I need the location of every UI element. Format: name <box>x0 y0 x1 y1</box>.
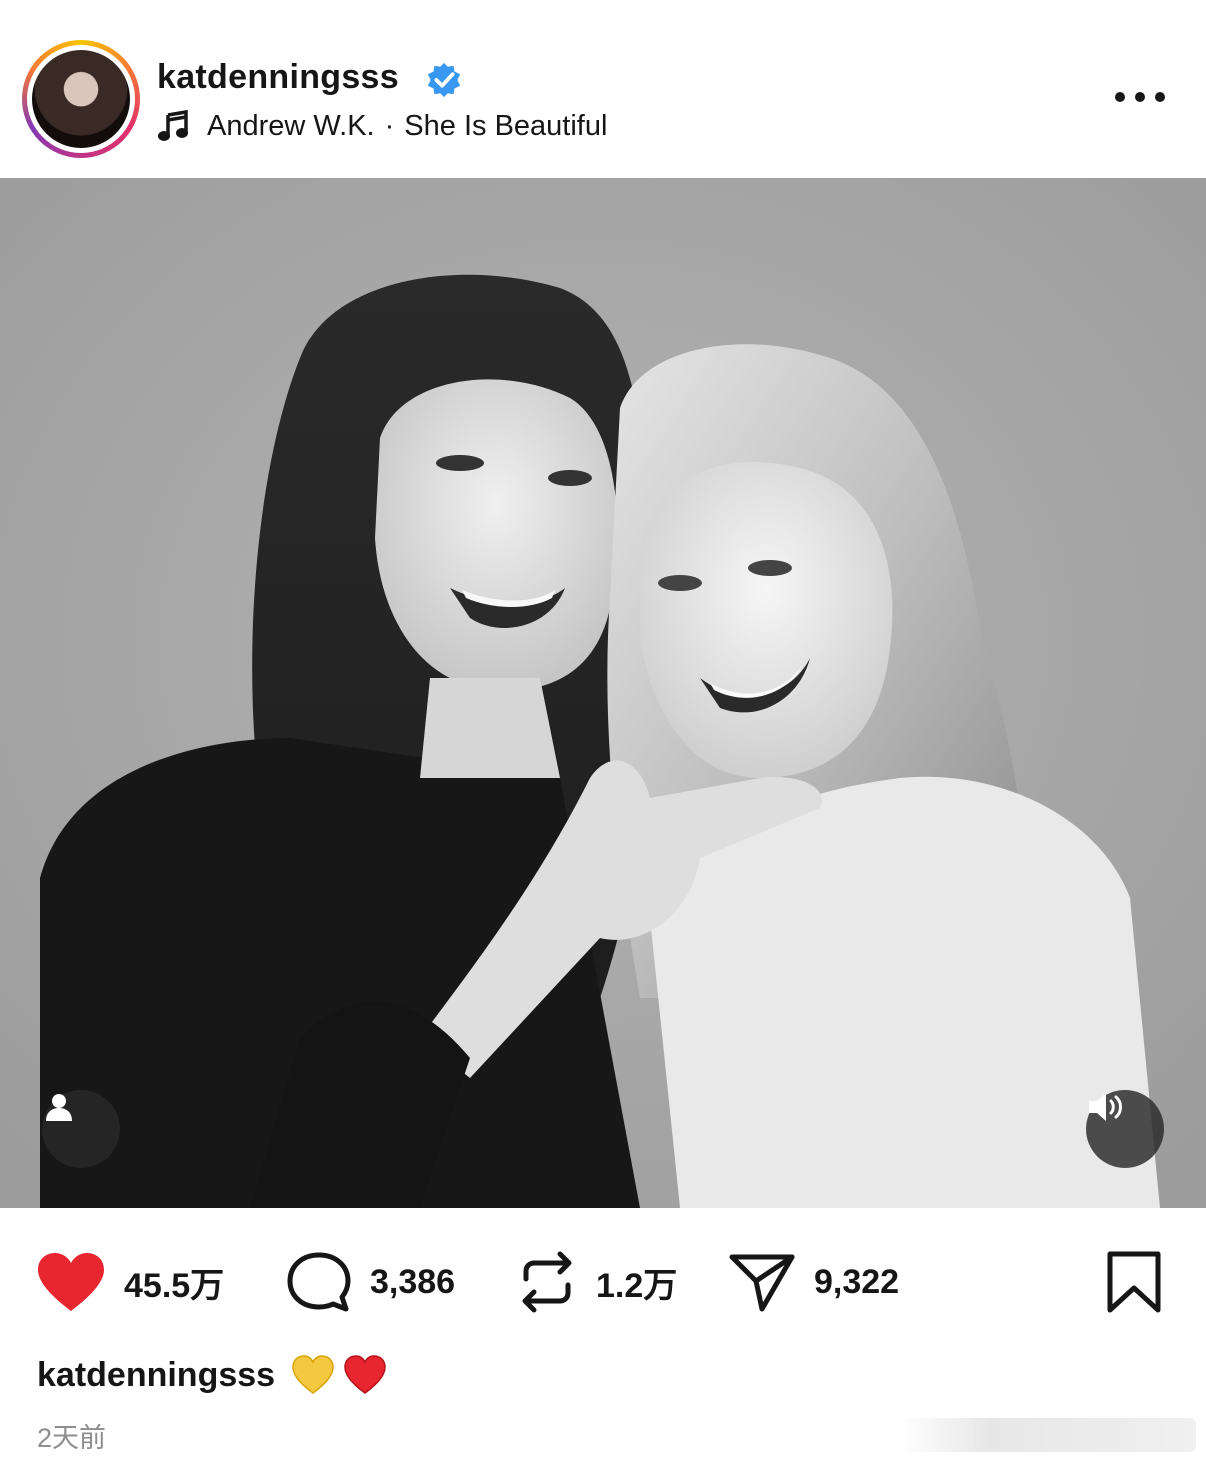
story-ring-avatar[interactable] <box>22 40 140 158</box>
avatar[interactable] <box>32 50 130 148</box>
music-separator: · <box>384 109 395 142</box>
red-heart-icon <box>344 1355 386 1394</box>
share-action[interactable]: 9,322 <box>728 1240 899 1324</box>
music-row[interactable]: Andrew W.K. · She Is Beautiful <box>157 108 607 144</box>
post-username[interactable]: katdenningsss <box>157 58 399 97</box>
repost-action[interactable]: 1.2万 <box>516 1240 677 1324</box>
action-bar: 45.5万 3,386 1.2万 9,322 <box>0 1240 1206 1324</box>
repost-icon[interactable] <box>516 1249 578 1315</box>
yellow-heart-icon <box>292 1355 334 1394</box>
post-photo[interactable] <box>0 178 1206 1208</box>
verified-badge-icon <box>427 62 461 98</box>
heart-icon[interactable] <box>36 1251 106 1313</box>
share-count: 9,322 <box>814 1262 900 1301</box>
music-artist: Andrew W.K. <box>207 109 375 142</box>
caption-username[interactable]: katdenningsss <box>37 1356 275 1395</box>
watermark-blur <box>900 1418 1196 1452</box>
music-note-icon <box>158 109 188 141</box>
music-title: She Is Beautiful <box>404 109 608 142</box>
more-options-icon[interactable] <box>1112 84 1168 110</box>
like-action[interactable]: 45.5万 <box>36 1240 224 1324</box>
post-header: katdenningsss Andrew W.K. · She Is Beaut… <box>0 0 1206 178</box>
post-timestamp: 2天前 <box>37 1423 107 1453</box>
sound-icon <box>1089 1093 1122 1121</box>
tag-people-button[interactable] <box>42 1090 120 1168</box>
bookmark-icon[interactable] <box>1106 1250 1162 1314</box>
comment-action[interactable]: 3,386 <box>286 1240 455 1324</box>
sound-toggle-button[interactable] <box>1086 1090 1164 1168</box>
share-paper-plane-icon[interactable] <box>728 1251 796 1313</box>
repost-count: 1.2万 <box>596 1266 678 1305</box>
photo-illustration <box>0 178 1206 1208</box>
like-count: 45.5万 <box>124 1266 225 1305</box>
comment-icon[interactable] <box>286 1251 352 1313</box>
tag-people-icon <box>46 1094 72 1121</box>
comment-count: 3,386 <box>370 1262 456 1301</box>
caption: katdenningsss <box>37 1350 395 1400</box>
